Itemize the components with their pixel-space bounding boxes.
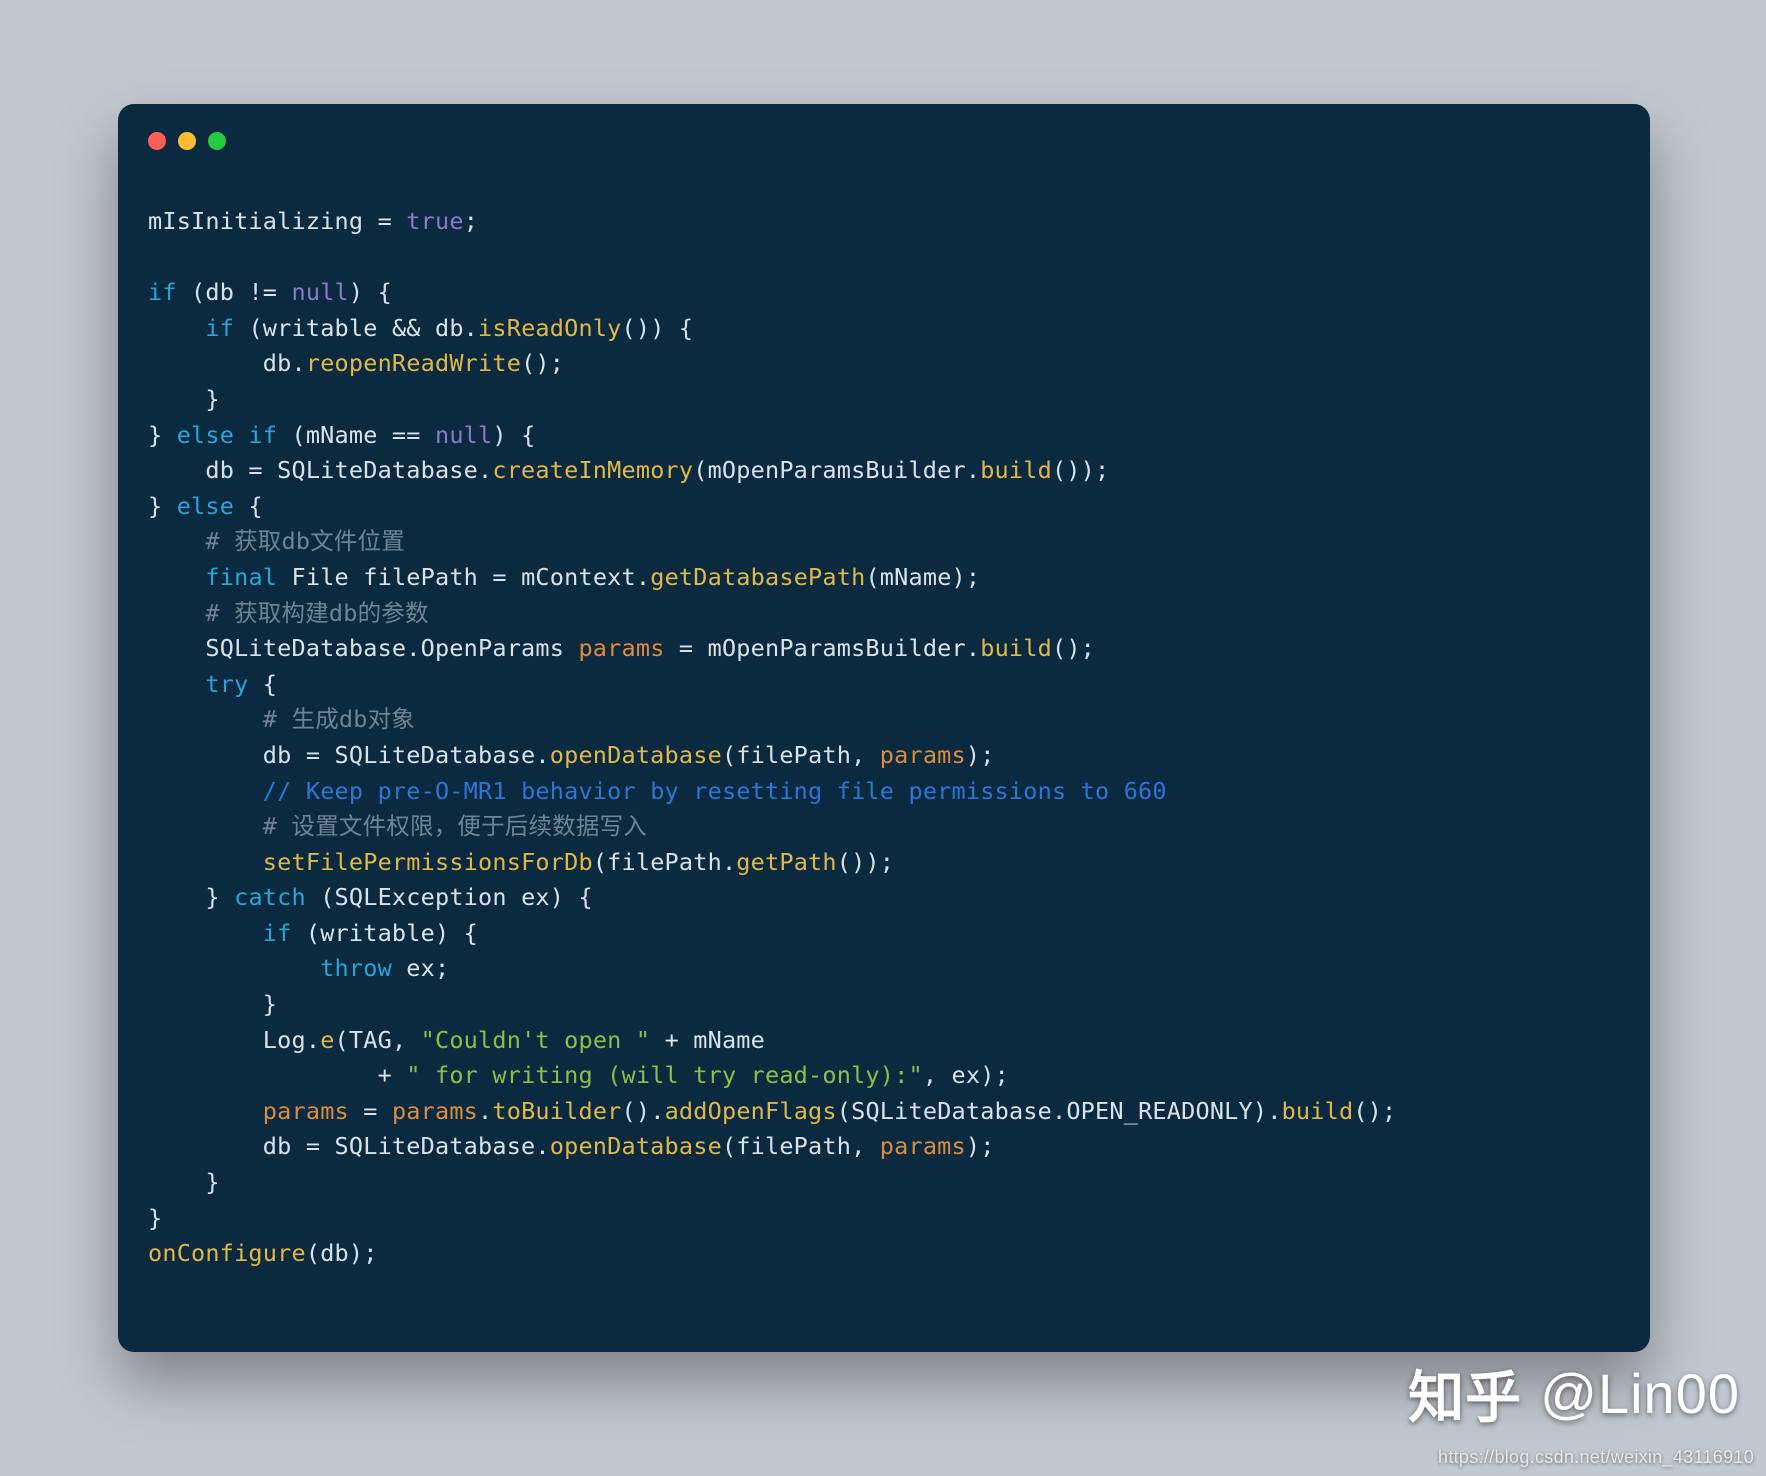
zhihu-logo-icon: 知乎	[1408, 1353, 1522, 1434]
close-icon[interactable]	[148, 132, 166, 150]
watermark-author: @Lin00	[1540, 1361, 1740, 1426]
code-window: mIsInitializing = true; if (db != null) …	[118, 104, 1650, 1352]
maximize-icon[interactable]	[208, 132, 226, 150]
source-url: https://blog.csdn.net/weixin_43116910	[1438, 1447, 1754, 1468]
window-controls	[148, 132, 226, 150]
code-block: mIsInitializing = true; if (db != null) …	[148, 204, 1620, 1272]
watermark: 知乎 @Lin00	[1408, 1353, 1740, 1434]
minimize-icon[interactable]	[178, 132, 196, 150]
